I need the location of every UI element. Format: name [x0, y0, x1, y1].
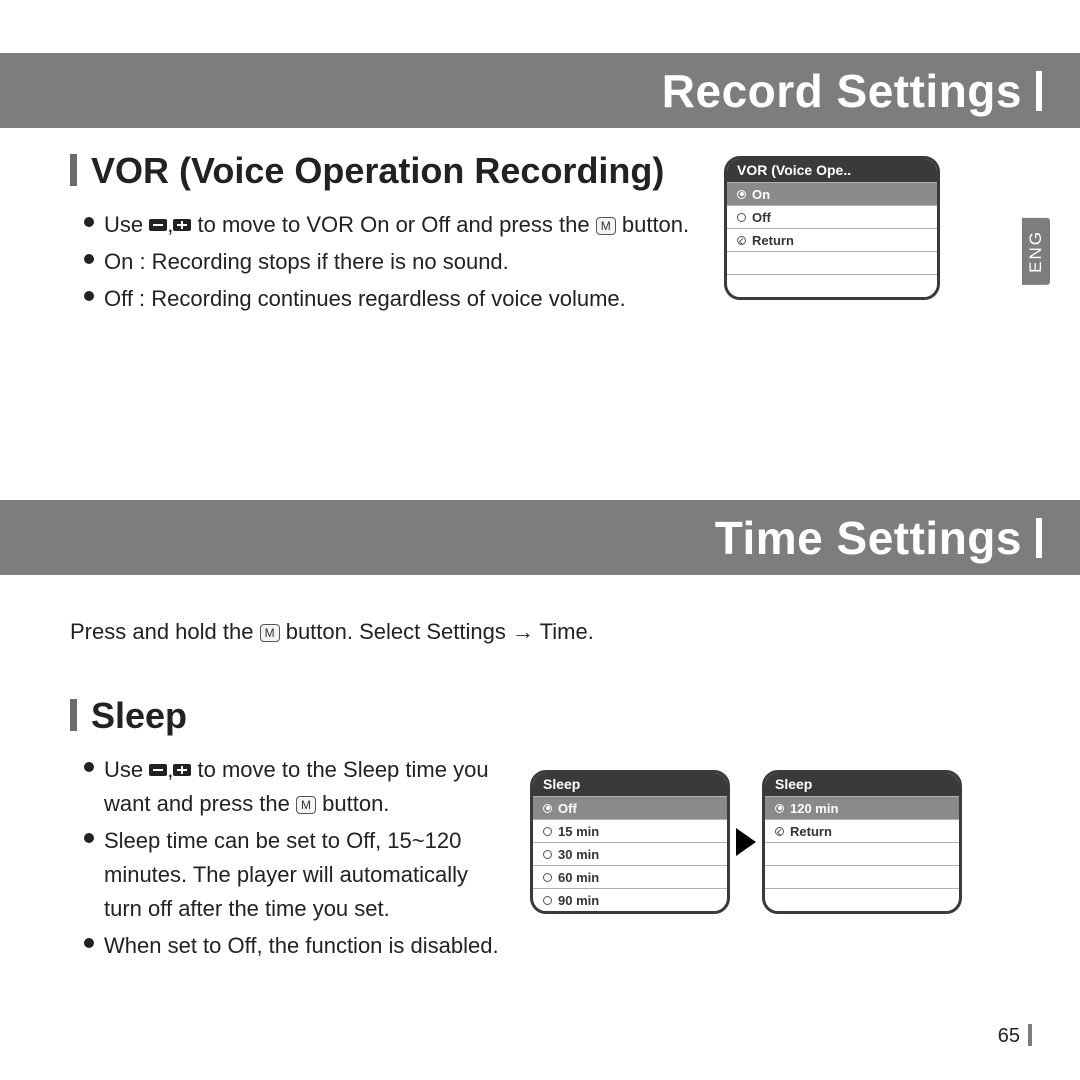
vor-bullet-3: Off : Recording continues regardless of …: [84, 282, 710, 316]
m-button-icon: M: [296, 796, 316, 814]
arrow-right-icon: [736, 828, 756, 856]
plus-icon: [173, 219, 191, 231]
vor-bullet-2: On : Recording stops if there is no soun…: [84, 245, 710, 279]
lcd-row: 15 min: [533, 819, 727, 842]
lcd-row-return: Return: [727, 228, 937, 251]
page-number: 65: [998, 1024, 1032, 1048]
sleep-bullet-1: Use , to move to the Sleep time you want…: [84, 753, 510, 821]
banner-title: Record Settings: [662, 64, 1022, 118]
banner-record-settings: Record Settings: [0, 53, 1080, 128]
lcd-row: 30 min: [533, 842, 727, 865]
banner-title: Time Settings: [715, 511, 1022, 565]
section-vor: VOR (Voice Operation Recording) Use , to…: [70, 150, 1040, 319]
vor-bullet-1: Use , to move to VOR On or Off and press…: [84, 208, 710, 242]
lcd-sleep-2: Sleep 120 min Return: [762, 770, 962, 914]
sleep-bullet-3: When set to Off, the function is disable…: [84, 929, 510, 963]
lcd-row-off: Off: [727, 205, 937, 228]
minus-icon: [149, 219, 167, 231]
minus-icon: [149, 764, 167, 776]
lcd-row: Off: [533, 796, 727, 819]
banner-divider: [1036, 71, 1042, 111]
banner-divider: [1036, 518, 1042, 558]
lcd-vor: VOR (Voice Ope.. On Off Return: [724, 156, 940, 300]
lcd-row: Return: [765, 819, 959, 842]
heading-sleep: Sleep: [70, 695, 1040, 737]
m-button-icon: M: [596, 217, 616, 235]
plus-icon: [173, 764, 191, 776]
time-intro: Press and hold the M button. Select Sett…: [70, 615, 1040, 649]
sleep-bullet-2: Sleep time can be set to Off, 15~120 min…: [84, 824, 510, 926]
lcd-row: 60 min: [533, 865, 727, 888]
lcd-header: VOR (Voice Ope..: [727, 159, 937, 182]
lcd-row: 120 min: [765, 796, 959, 819]
lcd-header: Sleep: [765, 773, 959, 796]
lcd-row-on: On: [727, 182, 937, 205]
lcd-sleep-1: Sleep Off 15 min 30 min 60 min 90 min: [530, 770, 730, 914]
banner-time-settings: Time Settings: [0, 500, 1080, 575]
lcd-header: Sleep: [533, 773, 727, 796]
m-button-icon: M: [260, 624, 280, 642]
sleep-screens: Sleep Off 15 min 30 min 60 min 90 min Sl…: [530, 770, 962, 914]
lcd-row: 90 min: [533, 888, 727, 911]
